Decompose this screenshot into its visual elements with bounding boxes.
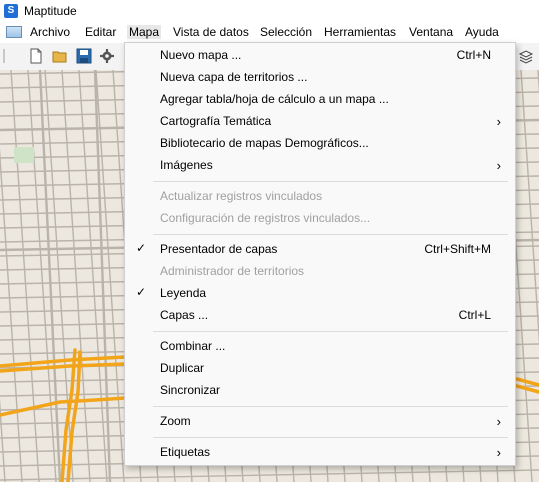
menu-ventana[interactable]: Ventana	[409, 25, 453, 39]
checkmark-icon: ✓	[136, 285, 147, 299]
menu-item-nueva-capa-de-territorios[interactable]: Nueva capa de territorios ...	[125, 67, 515, 89]
menu-ayuda[interactable]: Ayuda	[465, 25, 499, 39]
menu-item-leyenda[interactable]: ✓ Leyenda	[125, 283, 515, 305]
settings-gear-icon[interactable]	[99, 48, 115, 64]
menu-item-nuevo-mapa[interactable]: Nuevo mapa ... Ctrl+N	[125, 45, 515, 67]
submenu-arrow-icon: ›	[496, 158, 501, 173]
street-line	[0, 398, 6, 482]
menu-item-actualizar-registros: Actualizar registros vinculados	[160, 189, 323, 203]
mapa-dropdown-menu: Nuevo mapa ... Ctrl+N Nueva capa de terr…	[124, 42, 516, 466]
layers-icon[interactable]	[518, 48, 534, 64]
menu-item-capas[interactable]: Capas ... Ctrl+L	[125, 305, 515, 327]
window-title: Maptitude	[24, 4, 77, 18]
menu-separator	[153, 331, 508, 332]
toolbar-grip-icon	[3, 49, 5, 63]
menu-separator	[153, 181, 508, 182]
street-line	[0, 469, 539, 481]
menu-seleccion[interactable]: Selección	[260, 25, 312, 39]
street-line	[95, 70, 125, 482]
title-bar: S Maptitude	[0, 0, 539, 22]
menu-mapa[interactable]: Mapa	[127, 25, 162, 39]
street-line	[0, 147, 23, 482]
checkmark-icon: ✓	[136, 241, 147, 255]
menu-vista-de-datos[interactable]: Vista de datos	[173, 25, 249, 39]
submenu-arrow-icon: ›	[496, 445, 501, 460]
menu-item-cartografia-tematica[interactable]: Cartografía Temática ›	[125, 111, 515, 133]
new-file-icon[interactable]	[28, 48, 44, 64]
street-line	[520, 70, 539, 346]
street-line	[10, 70, 40, 482]
menu-herramientas[interactable]: Herramientas	[324, 25, 396, 39]
menu-item-combinar[interactable]: Combinar ...	[125, 336, 515, 358]
menu-item-administrador-territorios: Administrador de territorios	[160, 264, 305, 278]
menu-item-zoom[interactable]: Zoom ›	[125, 411, 515, 433]
menu-item-sincronizar[interactable]: Sincronizar	[125, 380, 515, 402]
park-area	[14, 147, 34, 163]
menu-archivo[interactable]: Archivo	[30, 25, 70, 39]
open-folder-icon[interactable]	[52, 48, 68, 64]
maptitude-app-icon: S	[4, 4, 18, 18]
menu-bar: Archivo Editar Mapa Vista de datos Selec…	[0, 22, 539, 43]
menu-item-imagenes[interactable]: Imágenes ›	[125, 155, 515, 177]
menu-item-etiquetas[interactable]: Etiquetas ›	[125, 442, 515, 464]
menu-separator	[153, 406, 508, 407]
menu-item-configuracion-registros: Configuración de registros vinculados...	[160, 211, 371, 225]
map-window-icon[interactable]	[6, 26, 22, 38]
submenu-arrow-icon: ›	[496, 414, 501, 429]
menu-item-presentador-de-capas[interactable]: ✓ Presentador de capas Ctrl+Shift+M	[125, 239, 515, 261]
menu-item-agregar-tabla[interactable]: Agregar tabla/hoja de cálculo a un mapa …	[125, 89, 515, 111]
menu-item-duplicar[interactable]: Duplicar	[125, 358, 515, 380]
menu-separator	[153, 437, 508, 438]
save-icon[interactable]	[76, 48, 92, 64]
submenu-arrow-icon: ›	[496, 114, 501, 129]
street-line	[38, 70, 62, 482]
menu-separator	[153, 234, 508, 235]
menu-item-bibliotecario[interactable]: Bibliotecario de mapas Demográficos...	[125, 133, 515, 155]
menu-editar[interactable]: Editar	[85, 25, 116, 39]
